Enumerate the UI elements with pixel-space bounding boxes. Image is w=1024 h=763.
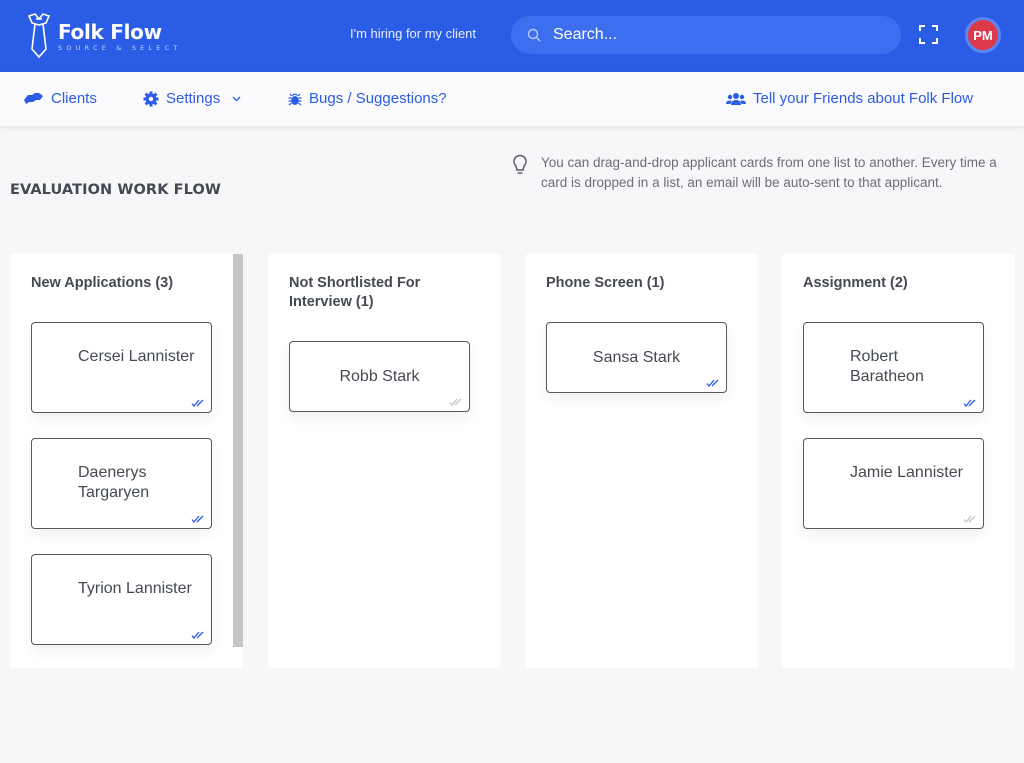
applicant-card[interactable]: Sansa Stark bbox=[546, 322, 727, 393]
gear-icon bbox=[143, 91, 159, 106]
double-check-icon bbox=[191, 631, 204, 639]
search-input[interactable] bbox=[553, 26, 873, 44]
tip-text: You can drag-and-drop applicant cards fr… bbox=[541, 155, 997, 190]
nav-tell-friends-label: Tell your Friends about Folk Flow bbox=[753, 90, 974, 107]
applicant-name: Robb Stark bbox=[339, 368, 420, 385]
nav-bar: Clients Settings Bugs / Suggestions? Tel… bbox=[0, 72, 1024, 126]
double-check-icon bbox=[191, 399, 204, 407]
tie-icon bbox=[27, 13, 51, 59]
list-scrollbar[interactable] bbox=[233, 254, 243, 647]
applicant-card[interactable]: Tyrion Lannister bbox=[31, 554, 212, 645]
list-not-shortlisted[interactable]: Not Shortlisted For Interview (1) Robb S… bbox=[268, 254, 501, 668]
nav-settings-label: Settings bbox=[166, 90, 221, 107]
applicant-name: Tyrion Lannister bbox=[78, 580, 192, 597]
hiring-for-client-toggle[interactable]: I'm hiring for my client bbox=[350, 26, 476, 41]
nav-settings[interactable]: Settings bbox=[143, 90, 248, 107]
applicant-card[interactable]: Jamie Lannister bbox=[803, 438, 984, 529]
double-check-icon bbox=[963, 399, 976, 407]
list-title: Phone Screen (1) bbox=[546, 275, 665, 291]
top-header: Folk Flow SOURCE & SELECT I'm hiring for… bbox=[0, 0, 1024, 72]
nav-bugs-label: Bugs / Suggestions? bbox=[309, 90, 447, 107]
drag-drop-tip: You can drag-and-drop applicant cards fr… bbox=[512, 153, 1001, 193]
list-new-applications[interactable]: New Applications (3) Cersei Lannister Da… bbox=[10, 254, 243, 668]
applicant-name: Robert Baratheon bbox=[850, 348, 924, 385]
fullscreen-icon[interactable] bbox=[919, 25, 938, 44]
chevron-down-icon bbox=[232, 96, 241, 101]
applicant-name: Cersei Lannister bbox=[78, 348, 195, 365]
bug-icon bbox=[288, 93, 302, 105]
lightbulb-icon bbox=[513, 154, 527, 174]
nav-tell-friends[interactable]: Tell your Friends about Folk Flow bbox=[726, 90, 973, 107]
list-phone-screen[interactable]: Phone Screen (1) Sansa Stark bbox=[525, 254, 758, 668]
list-title: Not Shortlisted For Interview (1) bbox=[289, 275, 421, 310]
applicant-card[interactable]: Robb Stark bbox=[289, 341, 470, 412]
brand-title: Folk Flow bbox=[58, 19, 162, 44]
users-icon bbox=[726, 92, 746, 105]
applicant-card[interactable]: Daenerys Targaryen bbox=[31, 438, 212, 529]
nav-clients-label: Clients bbox=[51, 90, 97, 107]
double-check-icon bbox=[963, 515, 976, 523]
double-check-icon bbox=[449, 398, 462, 406]
double-check-icon bbox=[191, 515, 204, 523]
user-avatar[interactable]: PM bbox=[965, 17, 1001, 53]
page-title: EVALUATION WORK FLOW bbox=[10, 182, 222, 198]
list-title: Assignment (2) bbox=[803, 275, 908, 291]
brand-logo[interactable]: Folk Flow SOURCE & SELECT bbox=[26, 13, 182, 59]
applicant-card[interactable]: Cersei Lannister bbox=[31, 322, 212, 413]
nav-clients[interactable]: Clients bbox=[23, 90, 97, 107]
list-assignment[interactable]: Assignment (2) Robert Baratheon Jamie La… bbox=[782, 254, 1015, 668]
double-check-icon bbox=[706, 379, 719, 387]
applicant-card[interactable]: Robert Baratheon bbox=[803, 322, 984, 413]
search-bar[interactable] bbox=[511, 16, 901, 54]
handshake-icon bbox=[24, 93, 43, 104]
applicant-name: Daenerys Targaryen bbox=[78, 464, 150, 501]
search-icon bbox=[527, 28, 541, 42]
applicant-name: Jamie Lannister bbox=[850, 464, 963, 481]
list-title: New Applications (3) bbox=[31, 275, 174, 291]
applicant-name: Sansa Stark bbox=[592, 349, 681, 366]
nav-bugs-suggestions[interactable]: Bugs / Suggestions? bbox=[288, 90, 447, 107]
brand-subtitle: SOURCE & SELECT bbox=[58, 43, 182, 52]
